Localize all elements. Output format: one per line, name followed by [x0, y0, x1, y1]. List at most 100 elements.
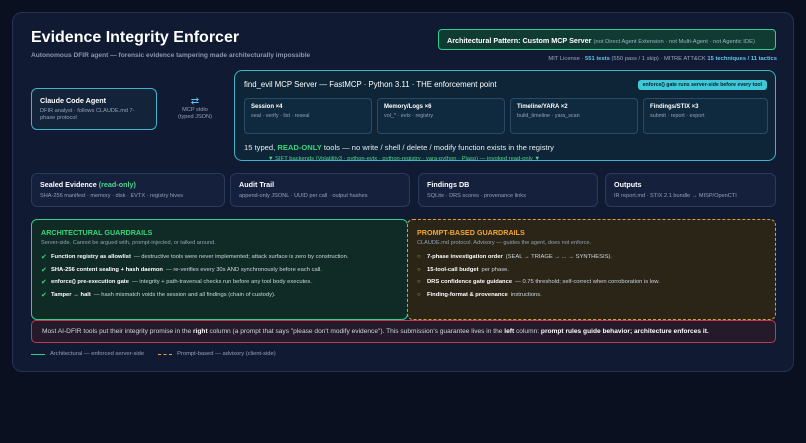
arch-item-text: — integrity + path-traversal checks run … [131, 279, 312, 286]
tool-group-memory-logs: Memory/Logs ×6 vol_* · evtx · registry [377, 98, 505, 134]
arch-item: ✔ enforce() pre-execution gate — integrity… [41, 276, 398, 289]
store-title-highlight: (read-only) [98, 180, 136, 189]
prompt-item-bold: DRS confidence gate guidance [427, 279, 513, 286]
stdio-sublabel: (typed JSON) [178, 114, 212, 121]
agent-desc: DFIR analyst · follows CLAUDE.md 7-phase… [40, 108, 135, 122]
store-title: Findings DB [427, 180, 470, 189]
mcp-stdio-connector: ⇄ MCP stdio (typed JSON) [165, 97, 225, 122]
prompt-guardrails-panel: PROMPT-BASED GUARDRAILS CLAUDE.md protoc… [407, 219, 776, 320]
prompt-item: ○ 15-tool-call budget per phase. [417, 264, 766, 277]
tool-group-desc: seal · verify · list · reseal [251, 113, 310, 119]
tool-group-timeline-yara: Timeline/YARA ×2 build_timeline · yara_s… [510, 98, 638, 134]
store-outputs: Outputs IR report.md · STIX 2.1 bundle →… [605, 173, 776, 207]
arch-item-text: — hash mismatch voids the session and al… [93, 291, 276, 298]
pattern-label: Architectural Pattern: Custom MCP Server [447, 36, 592, 45]
tool-groups: Session ×4 seal · verify · list · reseal… [244, 98, 768, 134]
check-icon: ✔ [41, 266, 47, 274]
mitre-prefix: MITRE ATT&CK [664, 56, 708, 62]
prompt-list: ○ 7-phase investigation order (SEAL → TRIA… [417, 251, 766, 301]
tool-group-findings-stix: Findings/STIX ×3 submit · report · expor… [643, 98, 768, 134]
prompt-item-bold: Finding-format & provenance [427, 291, 508, 298]
tool-group-session: Session ×4 seal · verify · list · reseal [244, 98, 372, 134]
store-title: Outputs [614, 180, 642, 189]
prompt-title: PROMPT-BASED GUARDRAILS [417, 228, 525, 237]
dashed-line-swatch [158, 353, 173, 355]
arch-item-bold: enforce() pre-execution gate [51, 279, 129, 286]
store-title: Audit Trail [239, 180, 275, 189]
mcp-title: find_evil MCP Server — FastMCP · Python … [244, 80, 497, 89]
store-desc: SQLite · DRS scores · provenance links [427, 193, 526, 199]
readonly-pre: 15 typed, [244, 143, 278, 152]
readonly-post: tools — no write / shell / delete / modi… [321, 143, 554, 152]
stdio-label: MCP stdio [182, 107, 208, 113]
comparison-note: Most AI-DFIR tools put their integrity p… [31, 320, 776, 343]
enforce-gate-badge: enforce() gate runs server-side before e… [637, 80, 767, 90]
store-desc: SHA-256 manifest · memory · disk · EVTX … [40, 193, 183, 199]
meta-line: MIT License · 551 tests (550 pass / 1 sk… [443, 56, 777, 62]
circle-icon: ○ [417, 266, 421, 273]
license-text: MIT License [548, 56, 580, 62]
store-sealed-evidence: Sealed Evidence (read-only) SHA-256 mani… [31, 173, 225, 207]
note-text: column: [514, 328, 541, 335]
legend-solid-label: Architectural — enforced server-side [50, 351, 145, 357]
tests-detail: (550 pass / 1 skip) · [609, 56, 665, 62]
tool-group-name: Session ×4 [251, 104, 283, 110]
prompt-item: ○ DRS confidence gate guidance — 0.75 thre… [417, 276, 766, 289]
note-bold: left [504, 328, 515, 335]
check-icon: ✔ [41, 279, 47, 287]
arch-item-text: — destructive tools were never implement… [133, 254, 349, 261]
note-text: Most AI-DFIR tools put their integrity p… [42, 328, 193, 335]
arch-item-bold: SHA-256 content sealing + hash daemon [51, 266, 163, 273]
readonly-statement: 15 typed, READ-ONLY tools — no write / s… [244, 143, 554, 152]
legend: Architectural — enforced server-side Pro… [31, 351, 276, 357]
tool-group-name: Findings/STIX ×3 [650, 104, 699, 110]
pattern-note: (not Direct Agent Extension · not Multi-… [593, 39, 755, 45]
arch-item: ✔ SHA-256 content sealing + hash daemon — … [41, 264, 398, 277]
claude-agent-node: Claude Code Agent DFIR analyst · follows… [31, 88, 157, 130]
store-desc: IR report.md · STIX 2.1 bundle → MISP/Op… [614, 193, 737, 199]
diagram-card: Evidence Integrity Enforcer Autonomous D… [12, 12, 794, 372]
store-desc: append-only JSONL · UUID per call · outp… [239, 193, 368, 199]
note-text: column (a prompt that says "please don't… [207, 328, 505, 335]
arch-item-bold: Tamper → halt [51, 291, 91, 298]
bidirectional-arrow-icon: ⇄ [190, 96, 200, 107]
page-subtitle: Autonomous DFIR agent — forensic evidenc… [31, 52, 311, 59]
solid-line-swatch [31, 353, 45, 355]
store-title: Sealed Evidence (read-only) [40, 180, 216, 189]
tests-count: 551 tests [585, 56, 610, 62]
prompt-item-text: — 0.75 threshold; self-correct when corr… [515, 279, 660, 286]
tool-group-name: Timeline/YARA ×2 [517, 104, 568, 110]
pattern-badge: Architectural Pattern: Custom MCP Server… [438, 29, 776, 50]
prompt-item: ○ 7-phase investigation order (SEAL → TRIA… [417, 251, 766, 264]
store-title-text: Sealed Evidence [40, 180, 99, 189]
prompt-subtitle: CLAUDE.md protocol. Advisory — guides th… [417, 240, 592, 246]
prompt-item-bold: 7-phase investigation order [427, 254, 503, 261]
note-bold: prompt rules guide behavior; architectur… [540, 328, 709, 335]
arch-list: ✔ Function registry as allowlist — destruc… [41, 251, 398, 301]
prompt-item: ○ Finding-format & provenance instructions… [417, 289, 766, 302]
mitre-count: 15 techniques / 11 tactics [707, 56, 777, 62]
check-icon: ✔ [41, 254, 47, 262]
readonly-highlight: READ-ONLY [277, 143, 322, 152]
prompt-item-bold: 15-tool-call budget [427, 266, 479, 273]
agent-title: Claude Code Agent [40, 96, 107, 105]
store-findings-db: Findings DB SQLite · DRS scores · proven… [418, 173, 598, 207]
legend-dashed-label: Prompt-based — advisory (client-side) [177, 351, 276, 357]
arch-title: ARCHITECTURAL GUARDRAILS [41, 228, 153, 237]
circle-icon: ○ [417, 279, 421, 286]
tool-group-desc: submit · report · export [650, 113, 705, 119]
circle-icon: ○ [417, 291, 421, 298]
arch-item-bold: Function registry as allowlist [51, 254, 131, 261]
architectural-guardrails-panel: ARCHITECTURAL GUARDRAILS Server-side. Ca… [31, 219, 408, 320]
store-audit-trail: Audit Trail append-only JSONL · UUID per… [230, 173, 410, 207]
note-bold: right [192, 328, 208, 335]
tool-group-desc: build_timeline · yara_scan [517, 113, 580, 119]
circle-icon: ○ [417, 254, 421, 261]
arch-subtitle: Server-side. Cannot be argued with, prom… [41, 240, 216, 246]
arch-item: ✔ Function registry as allowlist — destruc… [41, 251, 398, 264]
check-icon: ✔ [41, 291, 47, 299]
mcp-server-node: find_evil MCP Server — FastMCP · Python … [234, 70, 776, 161]
page-title: Evidence Integrity Enforcer [31, 29, 240, 46]
tool-group-name: Memory/Logs ×6 [384, 104, 432, 110]
tool-group-desc: vol_* · evtx · registry [384, 113, 434, 119]
